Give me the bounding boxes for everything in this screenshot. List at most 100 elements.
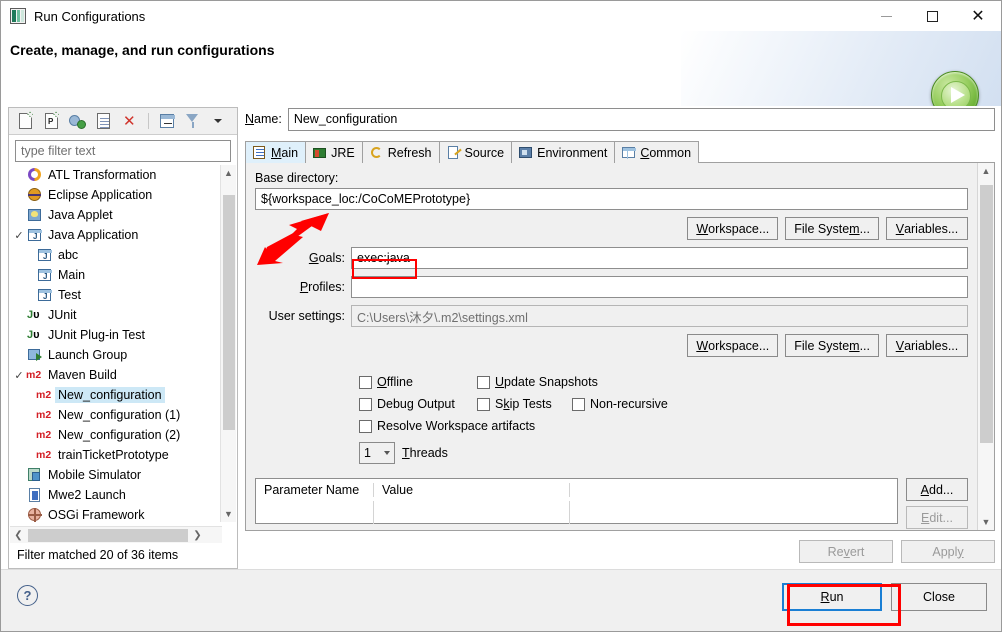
new-configuration-icon[interactable]: + (15, 110, 37, 132)
new-prototype-icon[interactable]: P + (41, 110, 63, 132)
chevron-down-icon[interactable] (384, 451, 390, 455)
threads-spinner[interactable]: 1 (359, 442, 395, 464)
expander-icon[interactable]: ✓ (12, 229, 26, 242)
tree-horizontal-scrollbar[interactable]: ❮ ❯ (10, 526, 222, 543)
tab-refresh[interactable]: Refresh (361, 141, 440, 163)
tree-item-label: Eclipse Application (48, 188, 153, 202)
green-run-play-icon (931, 71, 979, 106)
apply-button[interactable]: Appl y (901, 540, 995, 563)
tree-item-label: trainTicketPrototype (58, 448, 169, 462)
non-recursive-checkbox[interactable]: Non-recursive (572, 397, 668, 411)
main-tab-vscroll-thumb[interactable] (980, 185, 993, 443)
window-controls: ✕ (863, 1, 1001, 31)
run-button[interactable]: Run (782, 583, 882, 611)
tab-environment[interactable]: Environment (511, 141, 616, 163)
close-button[interactable]: ✕ (955, 1, 1001, 31)
maven-icon: m2 (36, 449, 52, 461)
help-icon[interactable]: ? (17, 585, 38, 606)
tree-item-new-configuration[interactable]: m2 New_configuration (10, 385, 222, 405)
checkbox-box[interactable] (572, 397, 585, 411)
cell-parameter-name (256, 501, 374, 524)
update-snapshots-checkbox[interactable]: Update Snapshots (477, 375, 598, 389)
scroll-right-icon[interactable]: ❯ (189, 530, 206, 541)
tree-item-java-applet[interactable]: Java Applet (10, 205, 222, 225)
parameters-table[interactable]: Parameter Name Value (255, 478, 898, 524)
filter-icon[interactable] (182, 110, 204, 132)
settings-variables-button[interactable]: Variables... (886, 334, 968, 357)
tree-item-trainticketprototype[interactable]: m2 trainTicketPrototype (10, 445, 222, 465)
checkbox-box[interactable] (477, 375, 490, 389)
jre-tab-icon (313, 146, 327, 160)
settings-workspace-button[interactable]: Workspace... (687, 334, 779, 357)
checkbox-box[interactable] (359, 397, 372, 411)
tree-item-new-configuration-2[interactable]: m2 New_configuration (2) (10, 425, 222, 445)
export-icon[interactable] (67, 110, 89, 132)
tree-vertical-scrollbar[interactable]: ▲ ▼ (220, 165, 236, 522)
tab-source[interactable]: Source (438, 141, 513, 163)
tree-item-abc[interactable]: abc (10, 245, 222, 265)
duplicate-icon[interactable] (93, 110, 115, 132)
revert-button[interactable]: Re v ert (799, 540, 893, 563)
tree-item-eclipse-application[interactable]: Eclipse Application (10, 185, 222, 205)
view-menu-icon[interactable] (208, 110, 230, 132)
goals-input[interactable] (351, 247, 968, 269)
checkbox-box[interactable] (477, 397, 490, 411)
tab-common[interactable]: Common (614, 141, 700, 163)
tree-item-label: Main (58, 268, 86, 282)
profiles-input[interactable] (351, 276, 968, 298)
filter-input[interactable] (15, 140, 231, 162)
scroll-left-icon[interactable]: ❮ (10, 530, 27, 541)
tree-vscroll-thumb[interactable] (223, 195, 235, 430)
tree-item-label: Test (58, 288, 81, 302)
settings-file-system-button[interactable]: File Syste m... (785, 334, 879, 357)
base-workspace-button[interactable]: Workspace... (687, 217, 779, 240)
minimize-button[interactable] (863, 1, 909, 31)
tree-item-osgi-framework[interactable]: OSGi Framework (10, 505, 222, 522)
debug-output-label: Debug Output (377, 397, 455, 411)
tree-item-new-configuration-1[interactable]: m2 New_configuration (1) (10, 405, 222, 425)
tree-item-mobile-simulator[interactable]: Mobile Simulator (10, 465, 222, 485)
checkbox-box[interactable] (359, 419, 372, 433)
tree-item-main[interactable]: Main (10, 265, 222, 285)
configurations-tree[interactable]: ATL Transformation Eclipse Application Jav… (10, 165, 222, 522)
close-dialog-button[interactable]: Close (891, 583, 987, 611)
osgi-icon (26, 507, 44, 522)
base-file-system-button[interactable]: File Syste m... (785, 217, 879, 240)
add-parameter-button[interactable]: Add... (906, 478, 968, 501)
offline-checkbox[interactable]: Offline (359, 375, 477, 389)
tree-item-test[interactable]: Test (10, 285, 222, 305)
toolbar-separator (148, 113, 149, 129)
tree-item-atl-transformation[interactable]: ATL Transformation (10, 165, 222, 185)
tab-jre[interactable]: JRE (305, 141, 363, 163)
debug-output-checkbox[interactable]: Debug Output (359, 397, 477, 411)
scroll-up-icon[interactable]: ▲ (978, 163, 994, 179)
main-tab-vertical-scrollbar[interactable]: ▲ ▼ (977, 163, 994, 530)
maximize-button[interactable] (909, 1, 955, 31)
collapse-all-icon[interactable] (156, 110, 178, 132)
configuration-name-input[interactable] (287, 107, 995, 131)
run-configurations-icon (10, 8, 26, 24)
delete-icon[interactable]: ✕ (119, 110, 141, 132)
tree-item-junit-plug-in-test[interactable]: Jᴜ JUnit Plug-in Test (10, 325, 222, 345)
scroll-down-icon[interactable]: ▼ (221, 506, 236, 522)
tree-item-junit[interactable]: Jᴜ JUnit (10, 305, 222, 325)
base-directory-label: Base directory: (255, 171, 339, 185)
tab-main[interactable]: Main (245, 141, 307, 163)
scroll-down-icon[interactable]: ▼ (978, 514, 994, 530)
skip-tests-checkbox[interactable]: Skip Tests (477, 397, 572, 411)
tree-item-label: Launch Group (48, 348, 128, 362)
checkbox-box[interactable] (359, 375, 372, 389)
tree-item-launch-group[interactable]: Launch Group (10, 345, 222, 365)
base-directory-input[interactable] (255, 188, 968, 210)
user-settings-input[interactable] (351, 305, 968, 327)
tree-item-mwe2-launch[interactable]: Mwe2 Launch (10, 485, 222, 505)
expander-icon[interactable]: ✓ (12, 369, 26, 382)
tree-item-maven-build[interactable]: ✓ m2 Maven Build (10, 365, 222, 385)
common-tab-icon (622, 146, 637, 160)
resolve-workspace-artifacts-checkbox[interactable]: Resolve Workspace artifacts (359, 419, 535, 433)
tree-hscroll-thumb[interactable] (28, 528, 188, 542)
base-variables-button[interactable]: Variables... (886, 217, 968, 240)
edit-parameter-button[interactable]: Edit... (906, 506, 968, 529)
tree-item-java-application[interactable]: ✓ Java Application (10, 225, 222, 245)
scroll-up-icon[interactable]: ▲ (221, 165, 236, 181)
